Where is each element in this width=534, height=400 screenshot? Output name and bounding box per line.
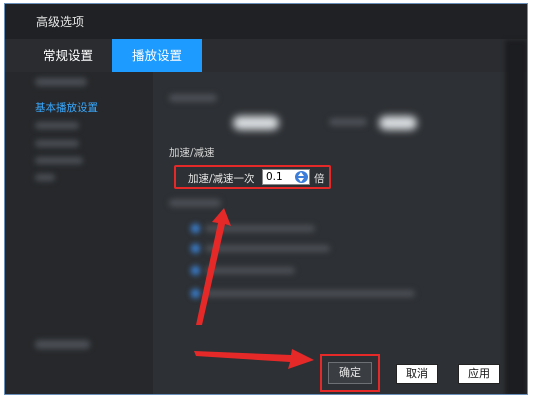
- annotation-arrows: [194, 208, 314, 369]
- arrow-up-annotation: [196, 208, 231, 325]
- arrow-right-annotation: [194, 349, 314, 369]
